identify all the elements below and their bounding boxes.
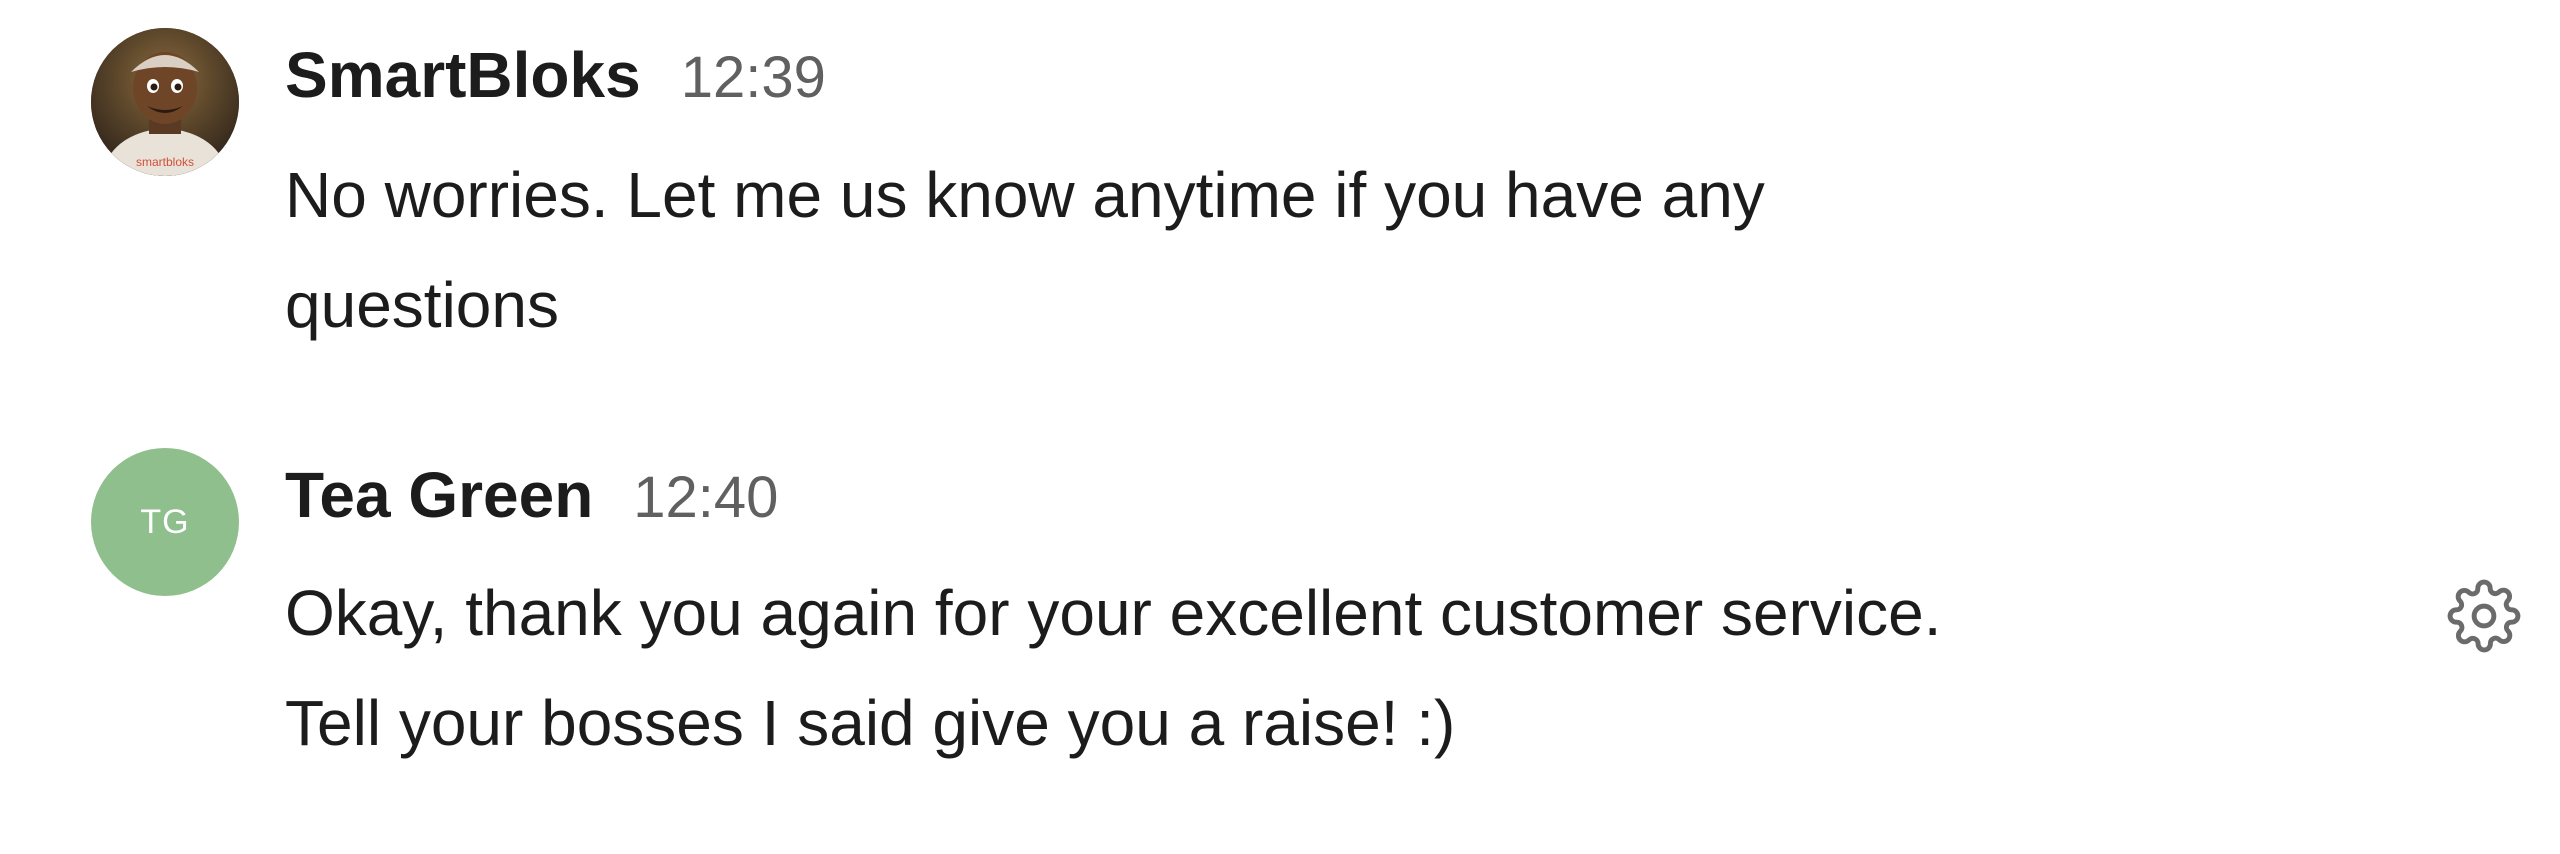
avatar-initials: TG [140, 502, 190, 541]
message-timestamp[interactable]: 12:39 [681, 44, 826, 111]
author-name[interactable]: Tea Green [285, 458, 593, 532]
message-timestamp[interactable]: 12:40 [633, 464, 778, 531]
author-name[interactable]: SmartBloks [285, 38, 641, 112]
message-text-line: questions [285, 269, 559, 341]
message-text-line: Okay, thank you again for your excellent… [285, 577, 1942, 649]
message-thread: smartbloks SmartBloks 12:39 No worries. … [0, 0, 2560, 854]
message-text-line: Tell your bosses I said give you a raise… [285, 687, 1456, 759]
avatar[interactable]: smartbloks [91, 28, 239, 176]
message-text-line: No worries. Let me us know anytime if yo… [285, 159, 1765, 231]
avatar[interactable]: TG [91, 448, 239, 596]
avatar-logo-text: smartbloks [136, 155, 194, 169]
message-header: Tea Green 12:40 [285, 458, 778, 532]
gear-icon[interactable] [2447, 579, 2521, 653]
message-header: SmartBloks 12:39 [285, 38, 826, 112]
avatar-photo-icon: smartbloks [91, 28, 239, 176]
